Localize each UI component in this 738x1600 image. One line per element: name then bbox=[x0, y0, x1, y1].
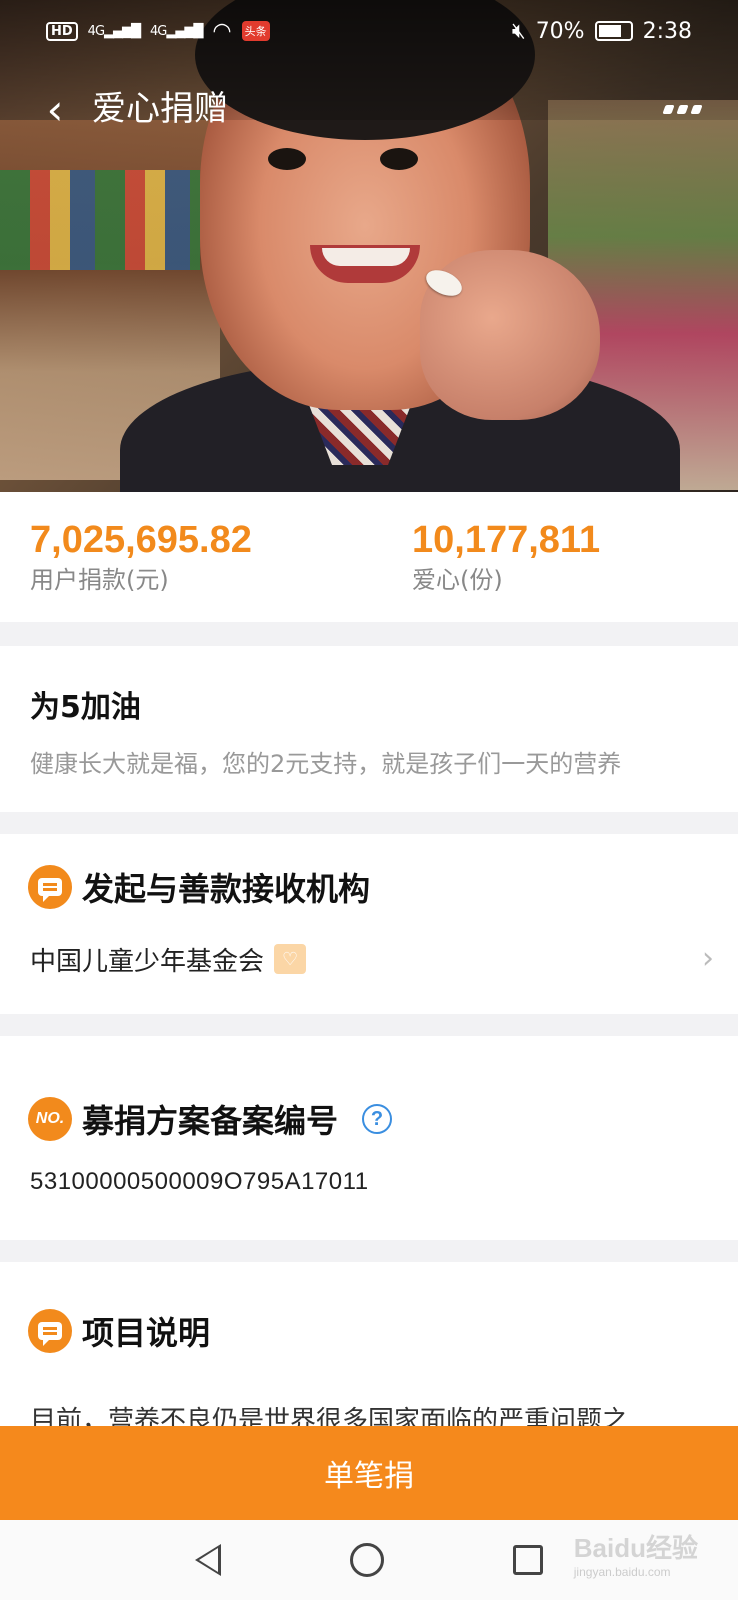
signal-icon: 4G▂▄▆█ bbox=[87, 23, 141, 39]
hearts-stat: 10,177,811 爱心(份) bbox=[412, 518, 600, 598]
cheer-description: 健康长大就是福，您的2元支持，就是孩子们一天的营养 bbox=[30, 750, 622, 778]
project-section: 项目说明 目前，营养不良仍是世界很多国家面临的严重问题之 bbox=[0, 1262, 738, 1426]
nav-recents-icon[interactable] bbox=[513, 1545, 544, 1575]
watermark: Baidu经验 jingyan.baidu.com bbox=[574, 1528, 698, 1579]
cheer-section: 为5加油 健康长大就是福，您的2元支持，就是孩子们一天的营养 bbox=[0, 646, 738, 812]
more-dots-icon[interactable] bbox=[652, 84, 712, 134]
heart-badge-icon: ♡ bbox=[274, 944, 307, 974]
hd-icon: HD bbox=[46, 21, 78, 41]
battery-icon bbox=[594, 21, 633, 41]
project-header: 项目说明 bbox=[28, 1308, 210, 1354]
donation-amount: 7,025,695.82 bbox=[30, 519, 252, 561]
filing-section: NO. 募捐方案备案编号 ? 53100000500009O795A17011 bbox=[0, 1036, 738, 1240]
project-section-title: 项目说明 bbox=[82, 1314, 211, 1352]
child-teeth bbox=[322, 248, 410, 266]
back-arrow-icon[interactable]: ‹ bbox=[30, 84, 80, 134]
organization-row[interactable]: 中国儿童少年基金会 ♡ › bbox=[30, 934, 720, 984]
filing-header: NO. 募捐方案备案编号 ? bbox=[28, 1096, 393, 1142]
news-app-icon: 头条 bbox=[241, 21, 270, 41]
battery-percent: 70% bbox=[535, 18, 585, 44]
books-left bbox=[0, 170, 200, 270]
donation-amount-stat: 7,025,695.82 用户捐款(元) bbox=[30, 518, 252, 598]
clock: 2:38 bbox=[642, 18, 692, 44]
help-icon[interactable]: ? bbox=[362, 1104, 393, 1134]
organization-header: 发起与善款接收机构 bbox=[28, 864, 370, 910]
message-icon bbox=[28, 865, 72, 909]
mute-icon: 🔇︎ bbox=[511, 18, 526, 44]
nav-bar: ‹ 爱心捐赠 bbox=[0, 62, 738, 158]
filing-section-title: 募捐方案备案编号 bbox=[82, 1102, 339, 1140]
number-icon: NO. bbox=[28, 1097, 72, 1141]
nav-back-icon[interactable] bbox=[194, 1544, 221, 1576]
page-title: 爱心捐赠 bbox=[92, 89, 228, 129]
watermark-text: Baidu经验 bbox=[573, 1533, 698, 1563]
organization-name: 中国儿童少年基金会 bbox=[30, 946, 265, 977]
hearts-count: 10,177,811 bbox=[412, 519, 601, 561]
hearts-label: 爱心(份) bbox=[412, 566, 503, 594]
cheer-title: 为5加油 bbox=[30, 690, 141, 725]
document-icon bbox=[28, 1309, 72, 1353]
chevron-right-icon: › bbox=[702, 941, 714, 976]
single-donation-button[interactable]: 单笔捐 bbox=[0, 1426, 738, 1520]
organization-section-title: 发起与善款接收机构 bbox=[82, 870, 371, 908]
nav-home-icon[interactable] bbox=[349, 1543, 384, 1577]
status-bar: HD 4G▂▄▆█ 4G▂▄▆█ ◠ 头条 🔇︎ 70% 2:38 bbox=[0, 0, 738, 62]
project-text: 目前，营养不良仍是世界很多国家面临的严重问题之 bbox=[30, 1406, 629, 1426]
wifi-icon: ◠ bbox=[212, 18, 232, 44]
filing-number: 53100000500009O795A17011 bbox=[30, 1168, 369, 1195]
watermark-sub: jingyan.baidu.com bbox=[573, 1565, 671, 1579]
organization-section[interactable]: 发起与善款接收机构 中国儿童少年基金会 ♡ › bbox=[0, 834, 738, 1014]
donation-stats: 7,025,695.82 用户捐款(元) 10,177,811 爱心(份) bbox=[0, 492, 738, 622]
signal-icon-2: 4G▂▄▆█ bbox=[150, 23, 203, 39]
donation-amount-label: 用户捐款(元) bbox=[30, 566, 169, 594]
